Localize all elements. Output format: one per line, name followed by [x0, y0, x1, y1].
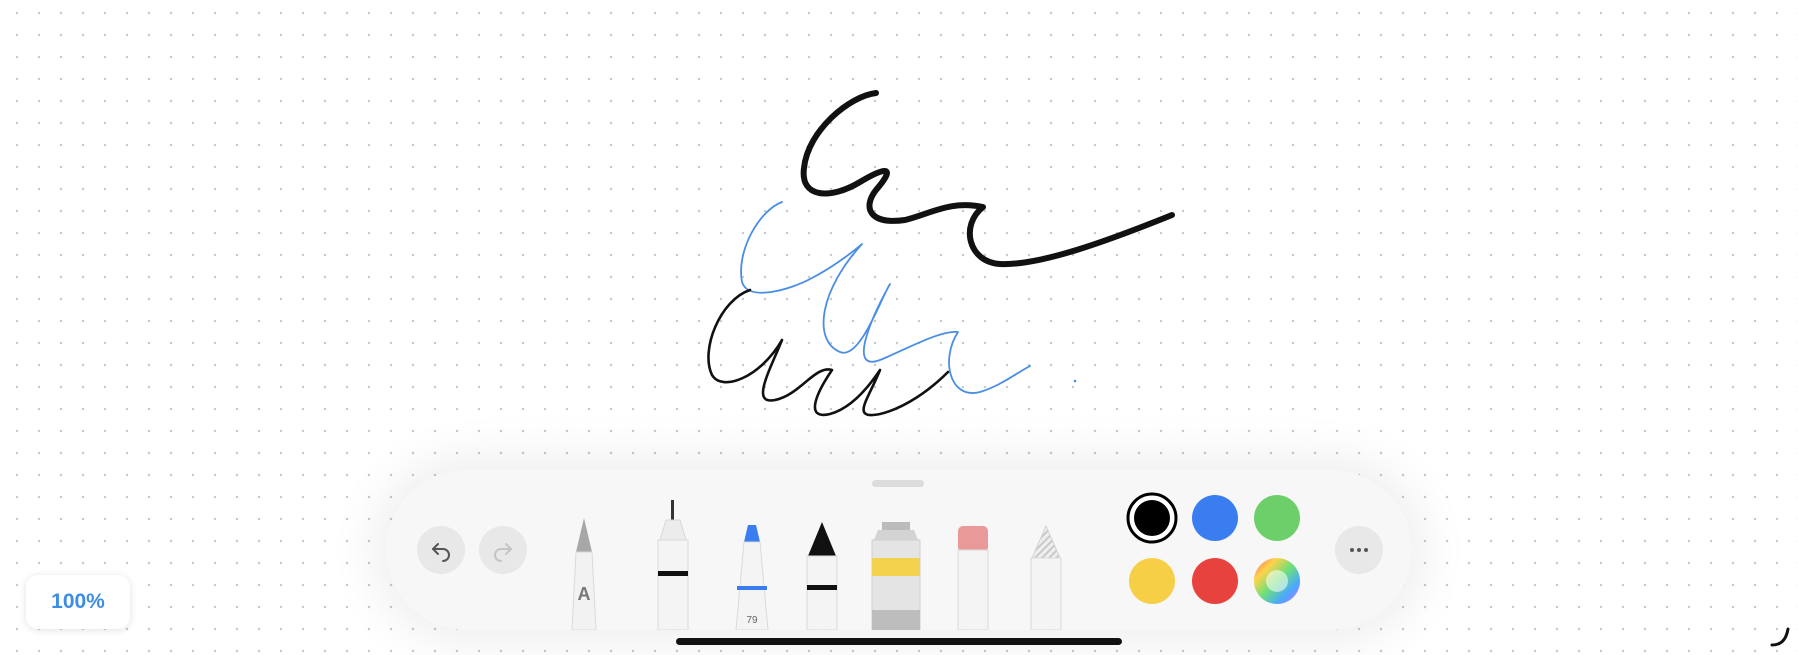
color-swatch-yellow[interactable]	[1129, 558, 1175, 604]
monoline-pen-tool[interactable]: A	[571, 518, 597, 630]
fineliner-tool[interactable]	[657, 500, 689, 630]
tool-palette: A 79	[386, 470, 1412, 630]
zoom-level: 100%	[51, 590, 105, 613]
resize-corner-icon	[1770, 627, 1790, 647]
watercolor-tool[interactable]	[871, 522, 921, 630]
marker-value: 79	[746, 615, 758, 626]
color-swatch-red[interactable]	[1192, 558, 1238, 604]
text-pen-letter: A	[578, 584, 591, 604]
black-pen-stroke	[707, 288, 950, 417]
blue-dot	[1073, 379, 1077, 383]
pen-tool[interactable]: 79	[735, 525, 769, 630]
color-swatch-blue[interactable]	[1192, 495, 1238, 541]
color-swatch-black[interactable]	[1126, 492, 1178, 544]
spectrum-highlight	[1266, 570, 1288, 592]
eraser-tool[interactable]	[957, 526, 989, 630]
color-swatch-green[interactable]	[1254, 495, 1300, 541]
marker-tool[interactable]	[806, 522, 838, 630]
tool-set: A 79	[571, 492, 1300, 630]
zoom-indicator[interactable]: 100%	[26, 575, 130, 629]
black-crayon-stroke	[800, 90, 1175, 268]
more-options-button[interactable]	[1335, 526, 1383, 574]
lasso-tool[interactable]	[1030, 524, 1062, 630]
ellipsis-icon	[1350, 548, 1368, 552]
home-indicator	[676, 638, 1122, 645]
blue-pen-stroke	[740, 201, 1031, 394]
